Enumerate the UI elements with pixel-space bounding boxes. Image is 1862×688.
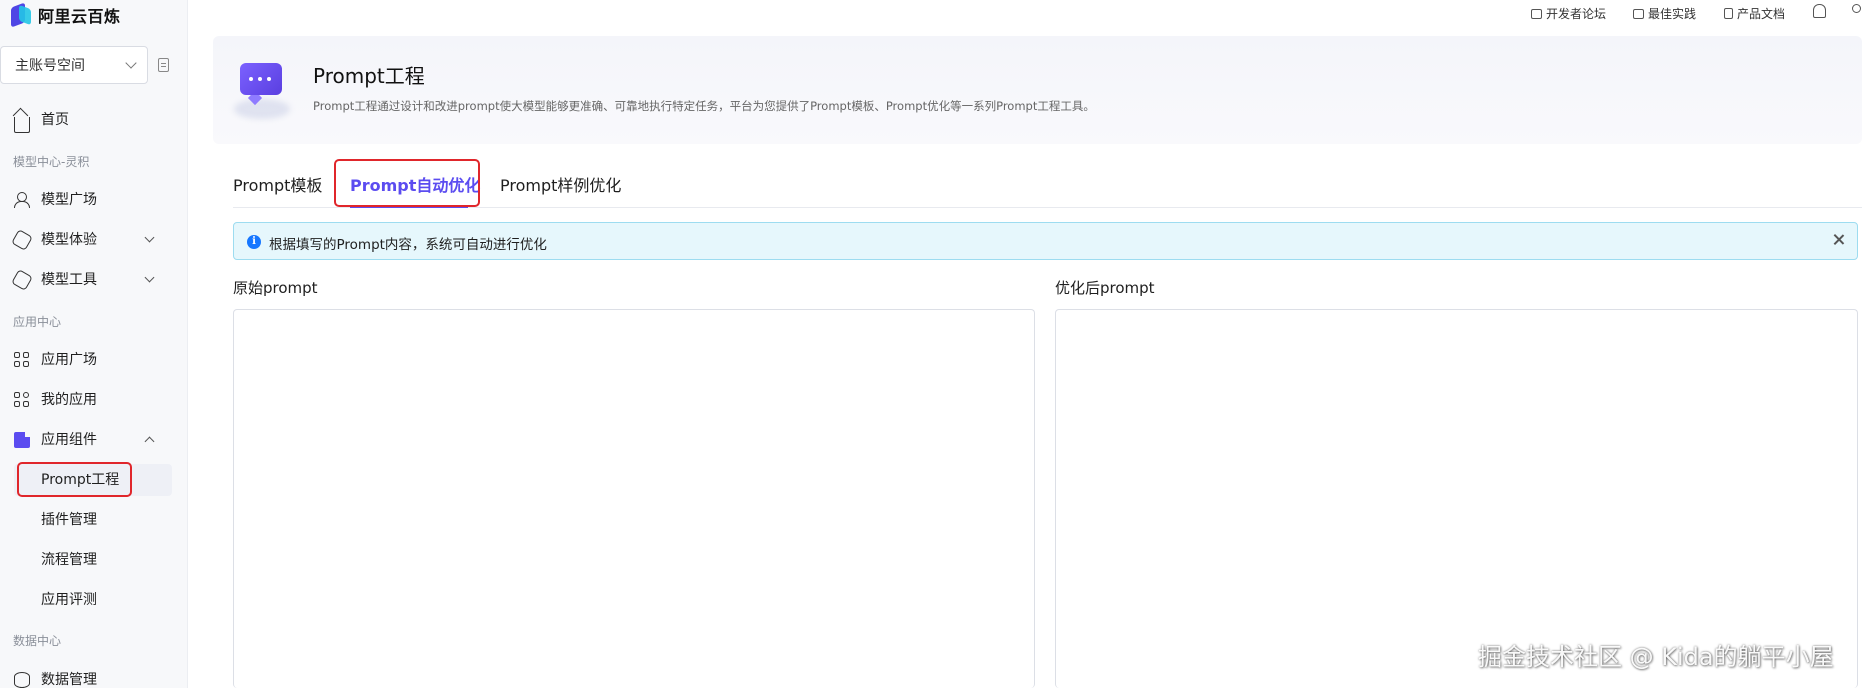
sidebar-item-data-mgmt[interactable]: 数据管理 — [0, 664, 172, 688]
watermark: 掘金技术社区 @ Kida的躺平小屋 — [1478, 643, 1834, 671]
sidebar-item-model-square[interactable]: 模型广场 — [0, 184, 172, 216]
highlight-box — [17, 462, 132, 497]
sidebar-item-label: 应用评测 — [41, 592, 97, 608]
tab-prompt-template[interactable]: Prompt模板 — [233, 172, 322, 196]
info-icon: i — [247, 235, 261, 249]
tab-prompt-example-optimize[interactable]: Prompt样例优化 — [500, 172, 621, 196]
top-link-best-practice[interactable]: 最佳实践 — [1633, 5, 1696, 22]
top-link-docs[interactable]: 产品文档 — [1724, 5, 1785, 22]
sidebar-item-label: 我的应用 — [41, 392, 97, 408]
sidebar-item-app-square[interactable]: 应用广场 — [0, 344, 172, 376]
prompt-chat-icon — [234, 63, 290, 119]
brand-logo[interactable]: 阿里云百炼 — [10, 2, 121, 28]
info-alert: i 根据填写的Prompt内容，系统可自动进行优化 — [233, 222, 1858, 260]
sidebar-item-label: 模型工具 — [41, 272, 97, 288]
alert-message: 根据填写的Prompt内容，系统可自动进行优化 — [269, 237, 547, 253]
user-icon[interactable] — [1850, 4, 1862, 18]
sidebar-item-label: 流程管理 — [41, 552, 97, 568]
sidebar-item-model-tools[interactable]: 模型工具 — [0, 264, 172, 296]
top-link-forum[interactable]: 开发者论坛 — [1531, 5, 1606, 22]
brand-name: 阿里云百炼 — [38, 7, 121, 26]
document-icon — [1724, 8, 1733, 19]
document-icon[interactable] — [158, 58, 169, 72]
close-icon[interactable] — [1831, 231, 1847, 247]
workspace-label: 主账号空间 — [15, 58, 85, 74]
sidebar-item-plugin-mgmt[interactable]: 插件管理 — [0, 504, 172, 536]
highlight-box — [334, 159, 480, 207]
chevron-down-icon — [144, 232, 155, 243]
original-prompt-label: 原始prompt — [233, 279, 318, 297]
best-practice-icon — [1633, 8, 1644, 19]
app-components-icon — [14, 432, 30, 448]
top-link-label: 开发者论坛 — [1546, 7, 1607, 21]
database-icon — [14, 672, 30, 688]
section-title-app: 应用中心 — [13, 315, 62, 329]
model-tools-icon — [11, 269, 33, 291]
bailian-logo-icon — [10, 2, 32, 28]
forum-icon — [1531, 8, 1542, 19]
optimized-prompt-output[interactable] — [1055, 309, 1858, 688]
model-square-icon — [14, 192, 30, 208]
my-apps-icon — [14, 392, 30, 408]
sidebar-item-flow-mgmt[interactable]: 流程管理 — [0, 544, 172, 576]
home-icon — [14, 117, 30, 133]
sidebar: 阿里云百炼 主账号空间 首页 模型中心-灵积 模型广场 模型体验 模型工具 应用… — [0, 0, 188, 688]
sidebar-item-label: 插件管理 — [41, 512, 97, 528]
page-description: Prompt工程通过设计和改进prompt使大模型能够更准确、可靠地执行特定任务… — [313, 99, 1095, 113]
page-title: Prompt工程 — [313, 64, 425, 88]
model-experience-icon — [11, 229, 33, 251]
sidebar-item-app-eval[interactable]: 应用评测 — [0, 584, 172, 616]
bell-icon[interactable] — [1813, 4, 1826, 18]
sidebar-item-label: 数据管理 — [41, 672, 97, 688]
chevron-down-icon — [144, 272, 155, 283]
sidebar-item-label: 应用组件 — [41, 432, 97, 448]
top-link-label: 产品文档 — [1737, 7, 1786, 21]
page-header — [213, 36, 1862, 144]
optimized-prompt-label: 优化后prompt — [1055, 279, 1155, 297]
chevron-down-icon — [125, 57, 137, 69]
sidebar-item-label: 模型广场 — [41, 192, 97, 208]
sidebar-item-app-components[interactable]: 应用组件 — [0, 424, 172, 456]
original-prompt-input[interactable] — [233, 309, 1035, 688]
chevron-up-icon — [144, 436, 155, 447]
sidebar-item-label: 首页 — [41, 112, 69, 128]
top-link-label: 最佳实践 — [1648, 7, 1697, 21]
section-title-data: 数据中心 — [13, 634, 62, 648]
sidebar-item-model-experience[interactable]: 模型体验 — [0, 224, 172, 256]
workspace-select[interactable]: 主账号空间 — [0, 46, 148, 84]
sidebar-item-home[interactable]: 首页 — [0, 104, 172, 136]
section-title-model: 模型中心-灵积 — [13, 155, 90, 169]
app-square-icon — [14, 352, 30, 368]
sidebar-item-label: 应用广场 — [41, 352, 97, 368]
sidebar-item-label: 模型体验 — [41, 232, 97, 248]
sidebar-item-my-apps[interactable]: 我的应用 — [0, 384, 172, 416]
